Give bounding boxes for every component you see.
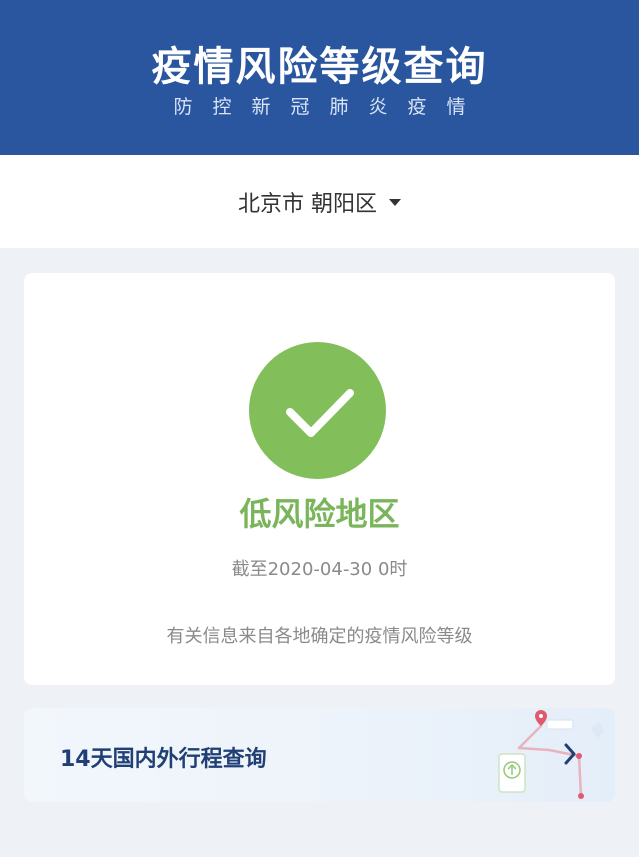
page-title: 疫情风险等级查询	[151, 44, 488, 90]
region-label: 北京市 朝阳区	[238, 191, 377, 217]
trip-query-label: 14天国内外行程查询	[60, 747, 267, 772]
check-icon	[249, 342, 386, 479]
risk-level-label: 低风险地区	[239, 495, 400, 533]
info-source-note: 有关信息来自各地确定的疫情风险等级	[166, 626, 473, 647]
region-selector[interactable]: 北京市 朝阳区	[0, 155, 639, 248]
update-timestamp: 截至2020-04-30 0时	[231, 559, 408, 580]
caret-down-icon	[389, 199, 401, 206]
page-header: 疫情风险等级查询 防控新冠肺炎疫情	[0, 0, 639, 155]
trip-query-link[interactable]: 14天国内外行程查询	[24, 708, 615, 802]
chevron-right-icon	[564, 743, 576, 765]
travel-route-illustration	[498, 710, 605, 799]
risk-result-card: 低风险地区 截至2020-04-30 0时 有关信息来自各地确定的疫情风险等级	[24, 273, 615, 685]
page-subtitle: 防控新冠肺炎疫情	[173, 96, 486, 118]
